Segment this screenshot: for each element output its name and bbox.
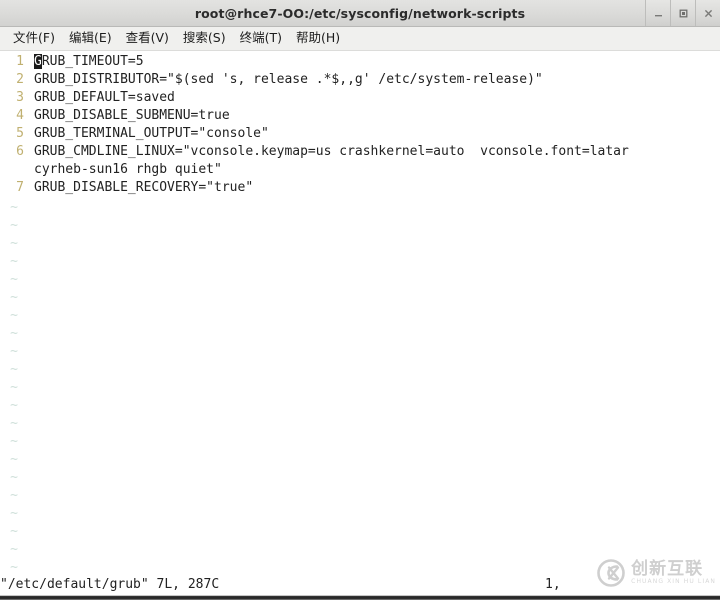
maximize-button[interactable] bbox=[670, 0, 695, 26]
line-text: GRUB_DISTRIBUTOR="$(sed 's, release .*$,… bbox=[34, 72, 543, 87]
vim-status-line: "/etc/default/grub" 7L, 287C 1, bbox=[0, 576, 720, 594]
close-icon bbox=[702, 7, 715, 20]
terminal-screen[interactable]: 1 GRUB_TIMEOUT=5 2 GRUB_DISTRIBUTOR="$(sed … bbox=[0, 51, 720, 600]
empty-line-marker: ~ bbox=[10, 452, 18, 467]
editor-line[interactable]: 2 GRUB_DISTRIBUTOR="$(sed 's, release .*$… bbox=[0, 71, 720, 89]
line-text: GRUB_DISABLE_SUBMENU=true bbox=[34, 108, 230, 123]
empty-line-marker: ~ bbox=[10, 416, 18, 431]
status-cursor-position: 1, bbox=[545, 577, 561, 592]
window-controls bbox=[645, 0, 720, 26]
editor-line[interactable]: 6 GRUB_CMDLINE_LINUX="vconsole.keymap=us … bbox=[0, 143, 720, 161]
menu-item-file[interactable]: 文件(F) bbox=[6, 30, 62, 48]
empty-line-marker: ~ bbox=[10, 344, 18, 359]
line-number: 3 bbox=[16, 90, 24, 105]
line-text: GRUB_CMDLINE_LINUX="vconsole.keymap=us c… bbox=[34, 144, 629, 159]
line-text-rest: RUB_TIMEOUT=5 bbox=[41, 54, 144, 69]
empty-line-marker: ~ bbox=[10, 506, 18, 521]
menu-item-view[interactable]: 查看(V) bbox=[119, 30, 176, 48]
line-number: 5 bbox=[16, 126, 24, 141]
menu-bar: 文件(F) 编辑(E) 查看(V) 搜索(S) 终端(T) 帮助(H) bbox=[0, 27, 720, 51]
empty-line-marker: ~ bbox=[10, 200, 18, 215]
editor-buffer[interactable]: 1 GRUB_TIMEOUT=5 2 GRUB_DISTRIBUTOR="$(sed … bbox=[0, 53, 720, 578]
line-number: 4 bbox=[16, 108, 24, 123]
editor-line[interactable]: 5 GRUB_TERMINAL_OUTPUT="console" bbox=[0, 125, 720, 143]
line-number: 7 bbox=[16, 180, 24, 195]
empty-line-marker: ~ bbox=[10, 362, 18, 377]
empty-line-marker: ~ bbox=[10, 380, 18, 395]
editor-line[interactable]: 1 GRUB_TIMEOUT=5 bbox=[0, 53, 720, 71]
line-number bbox=[0, 161, 24, 179]
empty-line-marker: ~ bbox=[10, 488, 18, 503]
empty-line-marker: ~ bbox=[10, 218, 18, 233]
status-file-info: "/etc/default/grub" 7L, 287C bbox=[0, 577, 220, 592]
close-button[interactable] bbox=[695, 0, 720, 26]
empty-line-marker: ~ bbox=[10, 290, 18, 305]
empty-line-marker: ~ bbox=[10, 398, 18, 413]
empty-line-markers: ~~~~~~~~~~~~~~~~~~~~~~ bbox=[0, 199, 26, 578]
minimize-button[interactable] bbox=[645, 0, 670, 26]
menu-item-help[interactable]: 帮助(H) bbox=[289, 30, 347, 48]
empty-line-marker: ~ bbox=[10, 326, 18, 341]
line-text: GRUB_TERMINAL_OUTPUT="console" bbox=[34, 126, 269, 141]
minimize-icon bbox=[652, 7, 665, 20]
editor-line[interactable]: 7 GRUB_DISABLE_RECOVERY="true" bbox=[0, 179, 720, 197]
line-text: GRUB_DISABLE_RECOVERY="true" bbox=[34, 180, 254, 195]
title-bar[interactable]: root@rhce7-OO:/etc/sysconfig/network-scr… bbox=[0, 0, 720, 27]
empty-line-marker: ~ bbox=[10, 272, 18, 287]
menu-item-search[interactable]: 搜索(S) bbox=[176, 30, 233, 48]
empty-line-marker: ~ bbox=[10, 560, 18, 575]
line-text: GRUB_DEFAULT=saved bbox=[34, 90, 175, 105]
empty-line-marker: ~ bbox=[10, 254, 18, 269]
menu-item-terminal[interactable]: 终端(T) bbox=[233, 30, 289, 48]
terminal-window: root@rhce7-OO:/etc/sysconfig/network-scr… bbox=[0, 0, 720, 600]
maximize-icon bbox=[677, 7, 690, 20]
editor-line[interactable]: 3 GRUB_DEFAULT=saved bbox=[0, 89, 720, 107]
editor-line[interactable]: 4 GRUB_DISABLE_SUBMENU=true bbox=[0, 107, 720, 125]
editor-lines[interactable]: 1 GRUB_TIMEOUT=5 2 GRUB_DISTRIBUTOR="$(sed … bbox=[0, 53, 720, 197]
empty-line-marker: ~ bbox=[10, 524, 18, 539]
line-number: 1 bbox=[16, 54, 24, 69]
empty-line-marker: ~ bbox=[10, 434, 18, 449]
window-bottom-edge bbox=[0, 594, 720, 600]
empty-line-marker: ~ bbox=[10, 542, 18, 557]
empty-line-marker: ~ bbox=[10, 236, 18, 251]
line-number: 2 bbox=[16, 72, 24, 87]
line-number: 6 bbox=[16, 144, 24, 159]
editor-line[interactable]: cyrheb-sun16 rhgb quiet" bbox=[0, 161, 720, 179]
line-text: GRUB_TIMEOUT=5 bbox=[24, 53, 144, 71]
line-text: cyrheb-sun16 rhgb quiet" bbox=[34, 162, 222, 177]
empty-line-marker: ~ bbox=[10, 470, 18, 485]
text-cursor: G bbox=[34, 54, 42, 69]
window-title: root@rhce7-OO:/etc/sysconfig/network-scr… bbox=[194, 5, 526, 21]
empty-line-marker: ~ bbox=[10, 308, 18, 323]
menu-item-edit[interactable]: 编辑(E) bbox=[62, 30, 119, 48]
